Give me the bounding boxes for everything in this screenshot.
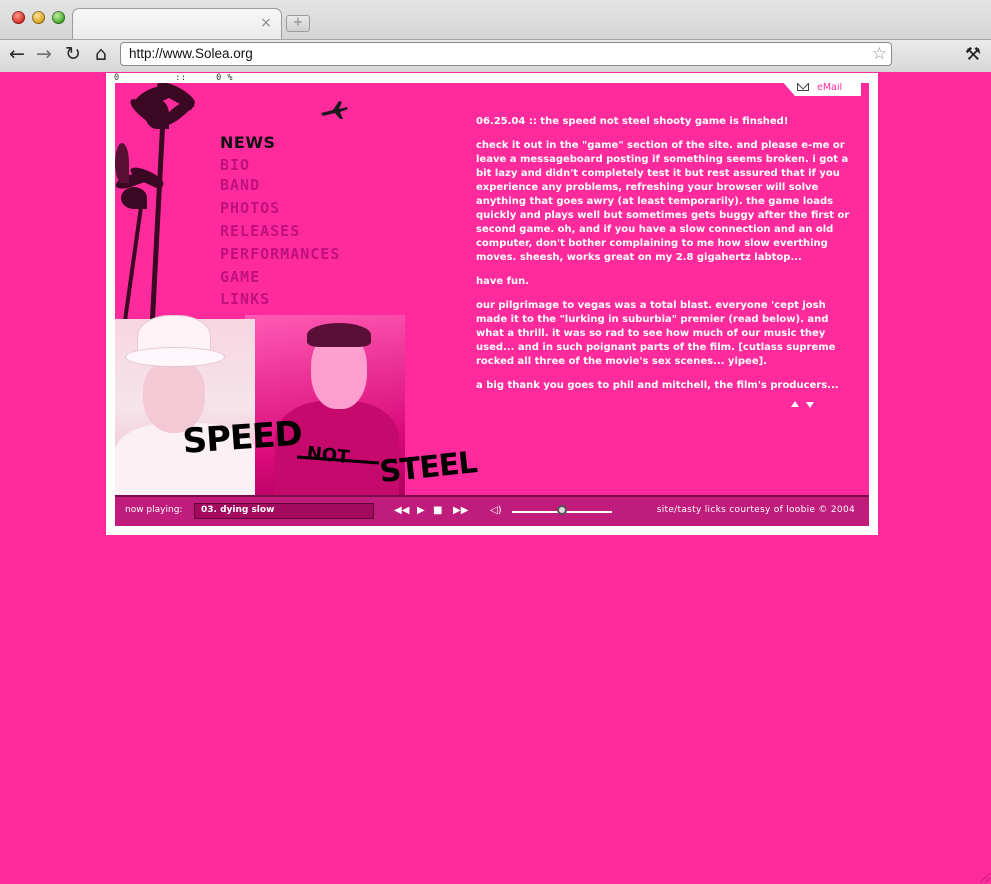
news-paragraph: a big thank you goes to phil and mitchel… [476,380,839,391]
now-playing-label: now playing: [125,505,183,515]
volume-slider-knob[interactable] [557,505,567,515]
speed-not-steel-logo: SPEED NOT STEEL [181,414,479,490]
bookmark-star-icon[interactable]: ☆ [872,44,887,64]
envelope-icon [797,83,809,91]
site-credits: site/tasty licks courtesy of loobie © 20… [656,505,855,515]
back-arrow-icon[interactable]: ← [6,43,28,65]
nav-performances[interactable]: PERFORMANCES [220,245,340,263]
rewind-icon[interactable]: ◀◀ [394,505,409,517]
news-paragraph: have fun. [476,276,530,287]
email-link[interactable]: eMail [781,83,861,96]
svg-text:STEEL: STEEL [378,445,479,490]
music-player-bar: now playing: 03. dying slow ◀◀ ▶ ■ ▶▶ ◁)… [115,495,869,526]
reload-icon[interactable]: ↻ [62,43,84,65]
svg-text:SPEED: SPEED [181,414,303,462]
band-member-left-hat-brim [125,347,225,367]
nav-links[interactable]: LINKS [220,290,270,308]
now-playing-track: 03. dying slow [201,505,275,515]
scroll-up-arrow-icon[interactable] [791,401,799,407]
address-bar[interactable]: http://www.Solea.org ☆ [120,42,892,66]
news-paragraph: check it out in the "game" section of th… [476,140,850,263]
nav-band[interactable]: BAND [220,176,260,194]
forward-arrow-icon[interactable]: → [33,43,55,65]
nav-photos[interactable]: PHOTOS [220,199,280,217]
home-icon[interactable]: ⌂ [90,43,112,65]
site-frame: 0 :: 0 % SPEED NOT STEEL eMail NEWS BIO … [106,73,878,535]
stop-icon[interactable]: ■ [433,505,442,517]
window-minimize-button[interactable] [32,11,45,24]
window-zoom-button[interactable] [52,11,65,24]
browser-tab[interactable]: × [72,8,282,40]
window-resize-grip[interactable] [980,873,990,883]
preloader-percent: 0 % [216,73,233,83]
airplane-icon [321,101,348,119]
browser-chrome: × + ← → ↻ ⌂ http://www.Solea.org ☆ ⚒ [0,0,991,72]
preloader-count: 0 [114,73,120,83]
scroll-down-arrow-icon[interactable] [806,402,814,408]
band-member-right-hair [307,323,371,347]
nav-game[interactable]: GAME [220,268,260,286]
nav-news[interactable]: NEWS [220,133,276,152]
nav-bio[interactable]: BIO [220,156,250,174]
play-icon[interactable]: ▶ [417,505,425,517]
fast-forward-icon[interactable]: ▶▶ [453,505,468,517]
now-playing-display: 03. dying slow [194,503,374,519]
nav-releases[interactable]: RELEASES [220,222,300,240]
news-headline: 06.25.04 :: the speed not steel shooty g… [476,116,789,127]
speaker-icon[interactable]: ◁) [490,505,502,516]
wrench-menu-icon[interactable]: ⚒ [962,44,984,66]
svg-text:NOT: NOT [306,443,351,468]
tab-close-icon[interactable]: × [259,15,273,31]
url-text[interactable]: http://www.Solea.org [129,46,253,61]
news-paragraph: our pilgrimage to vegas was a total blas… [476,300,836,367]
news-content: 06.25.04 :: the speed not steel shooty g… [476,115,854,403]
preloader-readout: 0 :: 0 % [114,73,243,83]
news-scroll-controls [791,401,821,411]
browser-toolbar: ← → ↻ ⌂ http://www.Solea.org ☆ ⚒ [0,39,991,72]
new-tab-button[interactable]: + [286,15,310,32]
main-stage: SPEED NOT STEEL eMail NEWS BIO BAND PHOT… [115,83,869,495]
window-close-button[interactable] [12,11,25,24]
email-label[interactable]: eMail [817,83,842,93]
preloader-separator: :: [175,73,187,83]
